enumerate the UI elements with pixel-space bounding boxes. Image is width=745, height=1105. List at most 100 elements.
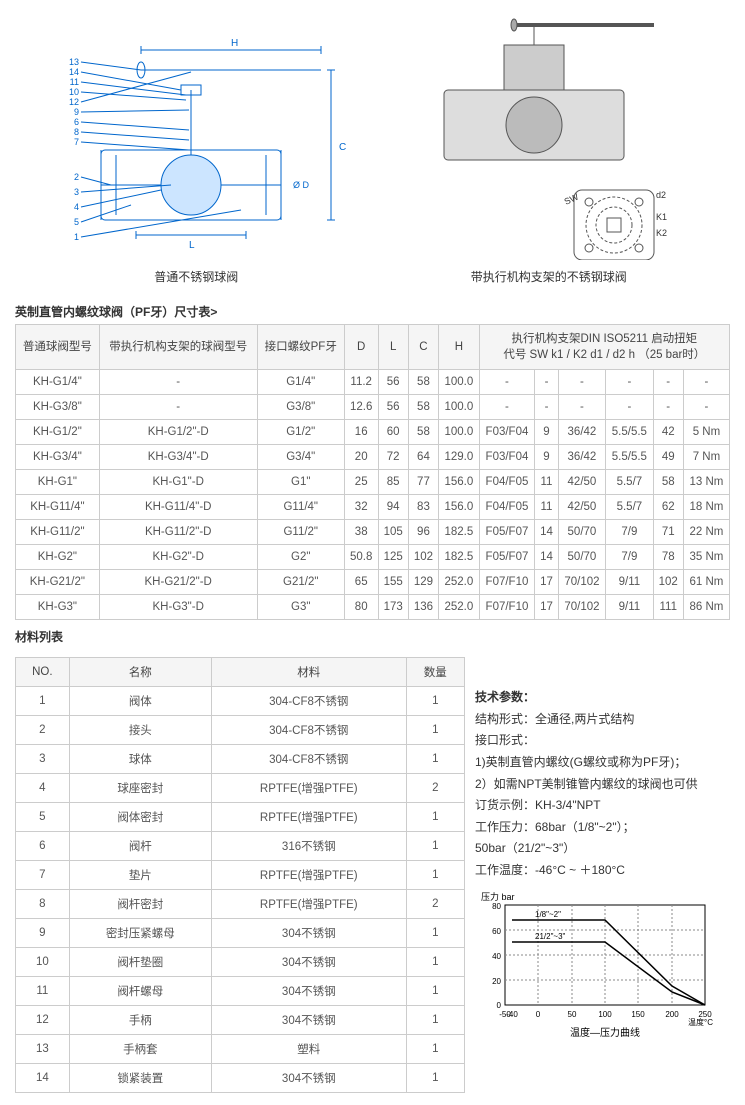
table-row: KH-G11/4"KH-G11/4"-DG11/4"329483156.0F04…: [16, 495, 730, 520]
cell: -: [606, 395, 653, 420]
cell: 13 Nm: [683, 470, 729, 495]
cell: G1/2": [257, 420, 344, 445]
cell: 塑料: [211, 1035, 406, 1064]
cell: 手柄: [69, 1006, 211, 1035]
cell: 5.5/7: [606, 470, 653, 495]
cell: 96: [408, 520, 438, 545]
table-row: 1阀体304-CF8不锈钢1: [16, 687, 465, 716]
svg-text:150: 150: [631, 1010, 645, 1019]
cell: 86 Nm: [683, 595, 729, 620]
cell: 173: [378, 595, 408, 620]
table-row: KH-G11/2"KH-G11/2"-DG11/2"3810596182.5F0…: [16, 520, 730, 545]
cell: RPTFE(增强PTFE): [211, 803, 406, 832]
cell: 接头: [69, 716, 211, 745]
cell: 阀体密封: [69, 803, 211, 832]
cell: 304不锈钢: [211, 977, 406, 1006]
cell: 56: [378, 395, 408, 420]
svg-text:0: 0: [536, 1010, 541, 1019]
cell: 1: [406, 861, 464, 890]
cell: 5: [16, 803, 70, 832]
cell: 1: [16, 687, 70, 716]
table-row: KH-G3/4"KH-G3/4"-DG3/4"207264129.0F03/F0…: [16, 445, 730, 470]
table-row: KH-G3"KH-G3"-DG3"80173136252.0F07/F10177…: [16, 595, 730, 620]
svg-text:温度°C: 温度°C: [688, 1017, 713, 1027]
cell: 155: [378, 570, 408, 595]
table-row: 14锁紧装置304不锈钢1: [16, 1064, 465, 1093]
cell: G1": [257, 470, 344, 495]
svg-text:压力 bar: 压力 bar: [481, 891, 515, 902]
cell: 22 Nm: [683, 520, 729, 545]
cell: 7: [16, 861, 70, 890]
cell: 50.8: [344, 545, 378, 570]
cell: 阀杆: [69, 832, 211, 861]
svg-text:温度—压力曲线: 温度—压力曲线: [570, 1026, 640, 1039]
cell: 12.6: [344, 395, 378, 420]
svg-text:6: 6: [74, 117, 79, 127]
dim-h2: 带执行机构支架的球阀型号: [99, 325, 257, 370]
cell: 20: [344, 445, 378, 470]
cell: -: [535, 370, 558, 395]
cell: 316不锈钢: [211, 832, 406, 861]
cell: 1: [406, 1006, 464, 1035]
cell: 156.0: [439, 470, 480, 495]
cell: F07/F10: [479, 595, 535, 620]
cell: KH-G3/8": [16, 395, 100, 420]
svg-text:80: 80: [492, 902, 501, 911]
diagrams-row: 13 14 11 10 12 9 6 8 7 2 3 4 5 1 H C: [0, 0, 745, 295]
table-row: 2接头304-CF8不锈钢1: [16, 716, 465, 745]
table-row: KH-G1/4"-G1/4"11.25658100.0------: [16, 370, 730, 395]
diagram-left-drawing: 13 14 11 10 12 9 6 8 7 2 3 4 5 1 H C: [41, 10, 351, 260]
cell: 304-CF8不锈钢: [211, 687, 406, 716]
svg-text:K2: K2: [656, 228, 667, 238]
svg-text:K1: K1: [656, 212, 667, 222]
svg-text:200: 200: [665, 1010, 679, 1019]
cell: 阀杆螺母: [69, 977, 211, 1006]
cell: 4: [16, 774, 70, 803]
table-row: 6阀杆316不锈钢1: [16, 832, 465, 861]
cell: -: [479, 395, 535, 420]
table-row: 4球座密封RPTFE(增强PTFE)2: [16, 774, 465, 803]
tech-line: 工作温度：-46°C ~ ＋180°C: [475, 860, 730, 882]
cell: RPTFE(增强PTFE): [211, 774, 406, 803]
cell: KH-G1"-D: [99, 470, 257, 495]
dim-h8: 执行机构支架DIN ISO5211 启动扭矩 代号 SW k1 / K2 d1 …: [479, 325, 729, 370]
table-row: KH-G1"KH-G1"-DG1"258577156.0F04/F051142/…: [16, 470, 730, 495]
cell: F03/F04: [479, 420, 535, 445]
cell: 129.0: [439, 445, 480, 470]
cell: 35 Nm: [683, 545, 729, 570]
cell: 252.0: [439, 570, 480, 595]
cell: 304不锈钢: [211, 1064, 406, 1093]
materials-table: NO. 名称 材料 数量 1阀体304-CF8不锈钢12接头304-CF8不锈钢…: [15, 657, 465, 1093]
cell: 9/11: [606, 570, 653, 595]
cell: 304不锈钢: [211, 919, 406, 948]
cell: KH-G11/4": [16, 495, 100, 520]
dim-h1: 普通球阀型号: [16, 325, 100, 370]
cell: 56: [378, 370, 408, 395]
cell: -: [683, 370, 729, 395]
cell: KH-G11/2": [16, 520, 100, 545]
cell: 182.5: [439, 545, 480, 570]
svg-text:SW: SW: [562, 191, 580, 206]
cell: 1: [406, 919, 464, 948]
dim-h5: L: [378, 325, 408, 370]
diagram-left: 13 14 11 10 12 9 6 8 7 2 3 4 5 1 H C: [41, 10, 351, 285]
cell: 2: [16, 716, 70, 745]
cell: 94: [378, 495, 408, 520]
cell: 78: [653, 545, 683, 570]
cell: 129: [408, 570, 438, 595]
svg-text:8: 8: [74, 127, 79, 137]
cell: 42/50: [558, 495, 605, 520]
cell: 1: [406, 977, 464, 1006]
cell: 1: [406, 803, 464, 832]
cell: KH-G3"-D: [99, 595, 257, 620]
cell: 304不锈钢: [211, 948, 406, 977]
table-row: 9密封压紧螺母304不锈钢1: [16, 919, 465, 948]
cell: 9: [535, 445, 558, 470]
cell: 61 Nm: [683, 570, 729, 595]
cell: 2: [406, 774, 464, 803]
pressure-temp-chart: 压力 bar: [475, 890, 730, 1048]
dim-h3: 接口螺纹PF牙: [257, 325, 344, 370]
table-row: KH-G21/2"KH-G21/2"-DG21/2"65155129252.0F…: [16, 570, 730, 595]
mat-h-mat: 材料: [211, 658, 406, 687]
svg-text:-40: -40: [506, 1010, 518, 1019]
